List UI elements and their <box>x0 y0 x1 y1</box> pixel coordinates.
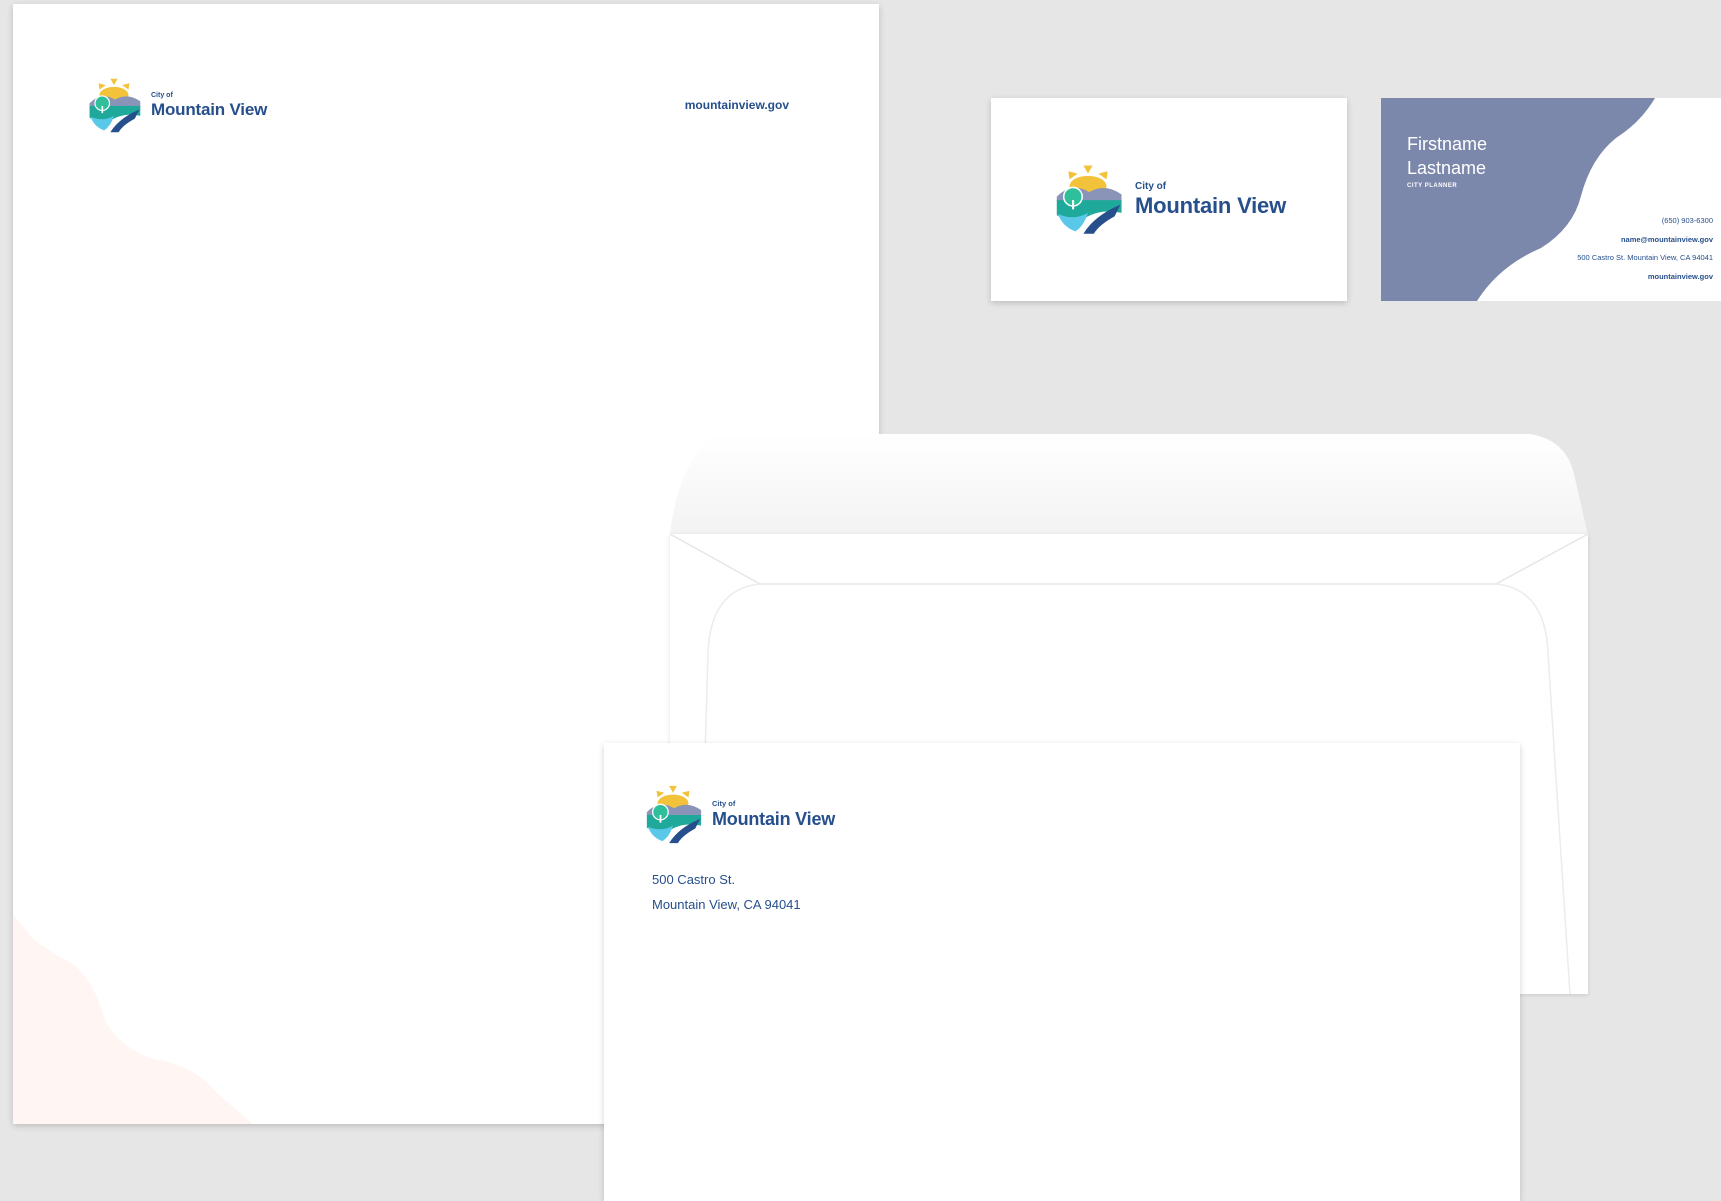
card-front-logo: City of Mountain View <box>1051 162 1286 236</box>
logo-name-text: Mountain View <box>151 100 268 119</box>
card-phone: (650) 903-6300 <box>1661 216 1713 225</box>
logo-name-text: Mountain View <box>712 808 836 829</box>
card-job-title: CITY PLANNER <box>1407 183 1458 189</box>
logo-city-of-text: City of <box>1135 180 1167 192</box>
letterhead-website: mountainview.gov <box>684 98 789 112</box>
envelope-address-line1: 500 Castro St. <box>652 872 736 887</box>
logo-city-of-text: City of <box>151 92 173 99</box>
business-card-back: Firstname Lastname CITY PLANNER (650) 90… <box>1381 98 1721 301</box>
city-logo-icon <box>85 76 143 134</box>
card-address: 500 Castro St. Mountain View, CA 94041 <box>1577 253 1713 262</box>
card-holder-name: Firstname Lastname <box>1407 132 1487 180</box>
envelope-open-flap <box>670 434 1588 535</box>
envelope-return-address: 500 Castro St. Mountain View, CA 94041 <box>652 867 801 917</box>
logo-city-of-text: City of <box>712 799 736 809</box>
letterhead-logo: City of Mountain View <box>85 76 267 134</box>
envelope-address-line2: Mountain View, CA 94041 <box>652 897 801 912</box>
card-email: name@mountainview.gov <box>1620 234 1713 244</box>
letterhead-corner-shape <box>13 914 253 1124</box>
envelope-logo: City of Mountain View <box>642 783 835 845</box>
card-first-name: Firstname <box>1407 134 1488 154</box>
logo-name-text: Mountain View <box>1135 192 1287 218</box>
card-last-name: Lastname <box>1407 158 1487 178</box>
city-logo-icon <box>1051 162 1125 236</box>
card-contact-info: (650) 903-6300 name@mountainview.gov 500… <box>1577 212 1713 286</box>
business-card-front: City of Mountain View <box>991 98 1347 301</box>
card-website: mountainview.gov <box>1647 271 1713 281</box>
city-logo-icon <box>642 783 704 845</box>
envelope-front: City of Mountain View 500 Castro St. Mou… <box>604 743 1520 1201</box>
